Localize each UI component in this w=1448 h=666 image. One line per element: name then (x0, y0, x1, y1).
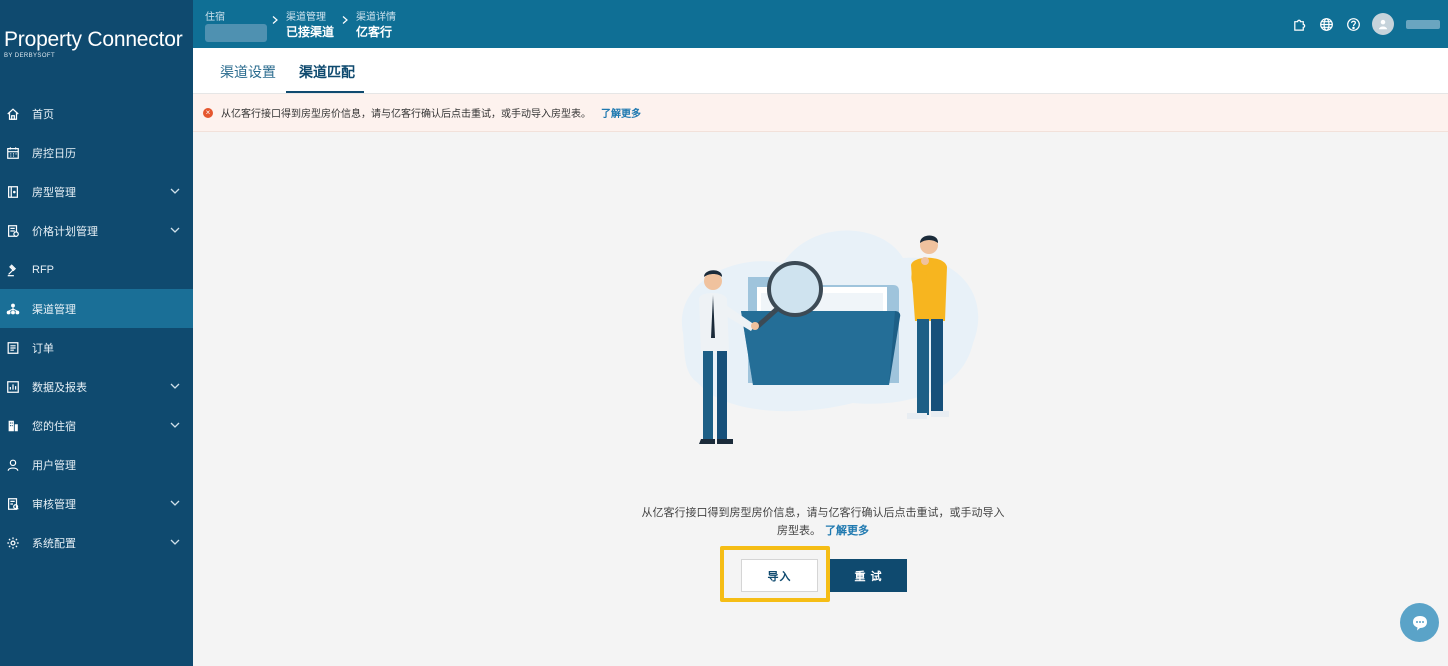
order-icon (6, 341, 20, 355)
sidebar-item-label: 渠道管理 (32, 303, 76, 316)
home-icon (6, 107, 20, 121)
sidebar-item-label: 首页 (32, 108, 54, 121)
chevron-down-icon (170, 500, 180, 506)
sidebar-item-label: 房控日历 (32, 147, 76, 160)
sidebar-item-calendar[interactable]: 房控日历 (0, 133, 193, 172)
sidebar-item-label: 订单 (32, 342, 54, 355)
chevron-down-icon (170, 188, 180, 194)
error-alert: × 从亿客行接口得到房型房价信息，请与亿客行确认后点击重试，或手动导入房型表。 … (193, 94, 1448, 132)
logo-title: Property Connector (4, 28, 183, 51)
breadcrumb-channel-detail: 渠道详情 亿客行 (356, 8, 396, 40)
top-header: 住宿 渠道管理 已接渠道 渠道详情 亿客行 (193, 0, 1448, 48)
chevron-right-icon (272, 16, 278, 24)
sidebar-nav: 首页 房控日历 房型管理 价格计划管理 RFP 渠道管理 订单 数据及报表 您的… (0, 94, 193, 562)
logo[interactable]: Property Connector BY DERBYSOFT (0, 0, 193, 94)
globe-icon[interactable] (1318, 16, 1334, 32)
retry-button[interactable]: 重 试 (830, 559, 907, 592)
breadcrumb-property[interactable]: 住宿 (205, 8, 267, 47)
sidebar-item-label: RFP (32, 263, 54, 276)
property-name-redacted (205, 24, 267, 42)
puzzle-icon[interactable] (1291, 16, 1307, 32)
breadcrumb-current: 亿客行 (356, 25, 393, 39)
message-line-1: 从亿客行接口得到房型房价信息，请与亿客行确认后点击重试，或手动导入 (641, 507, 1005, 519)
room-icon (6, 185, 20, 199)
learn-more-link[interactable]: 了解更多 (601, 105, 641, 120)
sidebar-item-user-management[interactable]: 用户管理 (0, 445, 193, 484)
sidebar-item-price-plans[interactable]: 价格计划管理 (0, 211, 193, 250)
sidebar-item-room-types[interactable]: 房型管理 (0, 172, 193, 211)
active-tab-indicator (286, 91, 364, 93)
main-content: 从亿客行接口得到房型房价信息，请与亿客行确认后点击重试，或手动导入 房型表。 了解… (193, 133, 1448, 666)
sidebar-item-label: 审核管理 (32, 498, 76, 511)
empty-state-illustration (681, 230, 979, 444)
audit-icon (6, 497, 20, 511)
breadcrumb-label: 渠道详情 (356, 12, 396, 23)
report-icon (6, 380, 20, 394)
chat-icon (1412, 615, 1427, 630)
settings-icon (6, 536, 20, 550)
sidebar-item-label: 系统配置 (32, 537, 76, 550)
error-icon: × (203, 107, 213, 118)
learn-more-link[interactable]: 了解更多 (825, 525, 869, 537)
sidebar-item-home[interactable]: 首页 (0, 94, 193, 133)
breadcrumb-current: 已接渠道 (286, 25, 335, 39)
tab-channel-settings[interactable]: 渠道设置 (220, 62, 276, 82)
chevron-down-icon (170, 383, 180, 389)
sidebar-item-your-property[interactable]: 您的住宿 (0, 406, 193, 445)
sidebar-item-channel-management[interactable]: 渠道管理 (0, 289, 193, 328)
chevron-down-icon (170, 539, 180, 545)
sidebar-item-system-settings[interactable]: 系统配置 (0, 523, 193, 562)
logo-subtitle: BY DERBYSOFT (4, 53, 56, 59)
user-icon (6, 458, 20, 472)
help-icon[interactable] (1345, 16, 1361, 32)
header-actions (1291, 0, 1448, 48)
building-icon (6, 419, 20, 433)
avatar[interactable] (1372, 13, 1394, 35)
import-button[interactable]: 导入 (741, 559, 818, 592)
chat-button[interactable] (1400, 603, 1439, 642)
channel-icon (6, 302, 20, 316)
alert-text: 从亿客行接口得到房型房价信息，请与亿客行确认后点击重试，或手动导入房型表。 (221, 109, 591, 120)
sidebar-item-label: 用户管理 (32, 459, 76, 472)
sidebar-item-label: 房型管理 (32, 186, 76, 199)
sidebar-item-audit[interactable]: 审核管理 (0, 484, 193, 523)
chevron-down-icon (170, 227, 180, 233)
gavel-icon (6, 263, 20, 277)
sidebar-item-label: 价格计划管理 (32, 225, 98, 238)
message-line-2: 房型表。 (777, 525, 821, 537)
sidebar-item-reports[interactable]: 数据及报表 (0, 367, 193, 406)
chevron-down-icon (170, 422, 180, 428)
price-plan-icon (6, 224, 20, 238)
sidebar-item-rfp[interactable]: RFP (0, 250, 193, 289)
tab-channel-matching[interactable]: 渠道匹配 (299, 62, 355, 82)
sidebar: Property Connector BY DERBYSOFT 首页 房控日历 … (0, 0, 193, 666)
message-line-2-wrap: 房型表。 了解更多 (623, 522, 1023, 540)
breadcrumb-label: 住宿 (205, 12, 225, 23)
empty-state-message: 从亿客行接口得到房型房价信息，请与亿客行确认后点击重试，或手动导入 房型表。 了解… (623, 504, 1023, 540)
chevron-right-icon (342, 16, 348, 24)
sidebar-item-label: 您的住宿 (32, 420, 76, 433)
breadcrumb-label: 渠道管理 (286, 12, 326, 23)
tab-bar: 渠道设置 渠道匹配 (193, 48, 1448, 94)
sidebar-item-label: 数据及报表 (32, 381, 87, 394)
calendar-icon (6, 146, 20, 160)
breadcrumb-channel-management[interactable]: 渠道管理 已接渠道 (286, 8, 334, 40)
user-name-redacted[interactable] (1406, 19, 1440, 29)
sidebar-item-orders[interactable]: 订单 (0, 328, 193, 367)
